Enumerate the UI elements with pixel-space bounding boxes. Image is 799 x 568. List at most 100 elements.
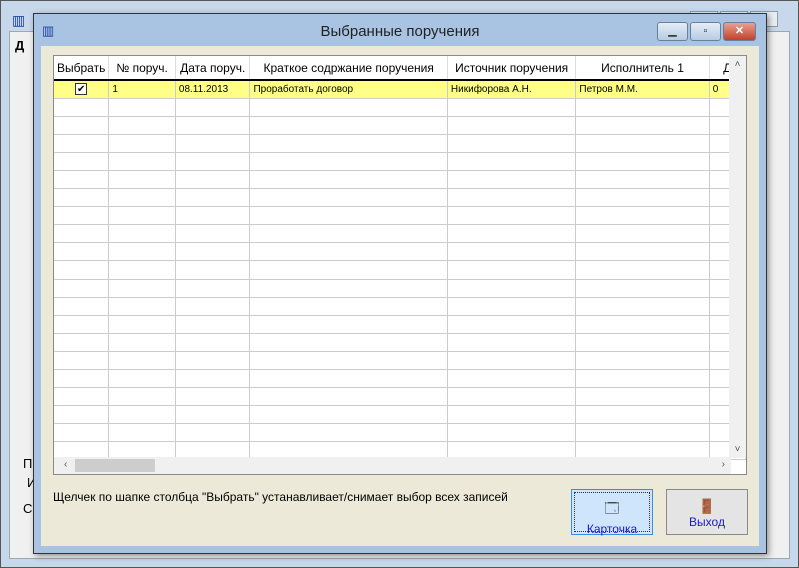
cell-date	[175, 116, 251, 135]
scroll-down-icon[interactable]: ˅	[729, 444, 746, 455]
select-cell[interactable]	[54, 297, 110, 316]
cell-source	[447, 242, 577, 262]
column-header[interactable]: Краткое содржание поручения	[249, 56, 448, 81]
cell-executor1	[575, 297, 710, 316]
minimize-button[interactable]: ▁	[657, 22, 688, 41]
close-button[interactable]: ✕	[723, 22, 756, 41]
cell-number: 1	[108, 80, 176, 99]
scroll-up-icon[interactable]: ˄	[729, 59, 746, 70]
select-cell[interactable]	[54, 369, 110, 389]
column-header[interactable]: № поруч.	[108, 56, 176, 81]
cell-summary	[249, 297, 448, 316]
cell-date	[175, 297, 251, 316]
cell-executor1	[575, 116, 710, 135]
select-cell[interactable]	[54, 152, 110, 171]
column-header[interactable]: Выбрать	[54, 56, 110, 81]
table-row[interactable]	[54, 170, 746, 190]
table-row[interactable]	[54, 134, 746, 153]
column-header[interactable]: Исполнитель 1	[575, 56, 710, 81]
cell-summary	[249, 387, 448, 407]
scroll-right-icon[interactable]: ›	[722, 459, 725, 470]
card-button[interactable]: 🗔 Карточка	[571, 489, 653, 536]
table-row[interactable]	[54, 206, 746, 226]
select-cell[interactable]	[54, 279, 110, 298]
cell-source	[447, 206, 577, 226]
select-cell[interactable]	[54, 315, 110, 334]
cell-executor1	[575, 152, 710, 171]
select-cell[interactable]	[54, 242, 110, 262]
select-cell[interactable]	[54, 170, 110, 190]
horizontal-scrollbar[interactable]: ‹ ›	[54, 457, 731, 474]
bg-label: Д	[15, 38, 25, 53]
vertical-scrollbar[interactable]: ˄ ˅	[729, 56, 746, 458]
table-row[interactable]: ✔ 1 08.11.2013 Проработать договор Никифоров…	[54, 80, 746, 99]
cell-summary	[249, 351, 448, 371]
select-cell[interactable]	[54, 333, 110, 352]
select-cell[interactable]	[54, 423, 110, 443]
select-cell[interactable]	[54, 224, 110, 244]
table-row[interactable]	[54, 152, 746, 171]
table-row[interactable]	[54, 188, 746, 208]
select-cell[interactable]: ✔	[54, 80, 110, 99]
orders-grid[interactable]: Выбрать № поруч. Дата поруч. Краткое содржа…	[53, 55, 747, 475]
exit-button[interactable]: 🚪 Выход	[666, 489, 748, 535]
cell-date	[175, 206, 251, 226]
cell-executor1	[575, 260, 710, 280]
cell-date	[175, 387, 251, 407]
table-row[interactable]	[54, 405, 746, 425]
cell-number	[108, 369, 176, 389]
cell-executor1	[575, 134, 710, 153]
cell-number	[108, 315, 176, 334]
cell-summary	[249, 188, 448, 208]
table-row[interactable]	[54, 279, 746, 298]
table-row[interactable]	[54, 351, 746, 371]
cell-executor1	[575, 242, 710, 262]
table-row[interactable]	[54, 423, 746, 443]
dialog-body: Выбрать № поруч. Дата поруч. Краткое содржа…	[41, 46, 759, 546]
cell-executor1	[575, 279, 710, 298]
cell-summary	[249, 224, 448, 244]
cell-source	[447, 188, 577, 208]
select-cell[interactable]	[54, 98, 110, 117]
select-cell[interactable]	[54, 188, 110, 208]
cell-summary	[249, 206, 448, 226]
table-row[interactable]	[54, 369, 746, 389]
select-cell[interactable]	[54, 351, 110, 371]
table-row[interactable]	[54, 116, 746, 135]
bg-label: С	[23, 501, 33, 516]
maximize-button[interactable]: ▫	[690, 22, 721, 41]
select-cell[interactable]	[54, 387, 110, 407]
column-header[interactable]: Дата поруч.	[175, 56, 251, 81]
select-cell[interactable]	[54, 405, 110, 425]
table-row[interactable]	[54, 297, 746, 316]
exit-door-icon: 🚪	[698, 498, 716, 514]
cell-source	[447, 315, 577, 334]
table-row[interactable]	[54, 387, 746, 407]
table-row[interactable]	[54, 315, 746, 334]
select-cell[interactable]	[54, 206, 110, 226]
cell-number	[108, 297, 176, 316]
cell-executor1	[575, 387, 710, 407]
cell-number	[108, 170, 176, 190]
select-cell[interactable]	[54, 116, 110, 135]
table-row[interactable]	[54, 242, 746, 262]
scroll-left-icon[interactable]: ‹	[64, 459, 67, 470]
column-header[interactable]: Источник поручения	[447, 56, 577, 81]
cell-number	[108, 98, 176, 117]
cell-date	[175, 152, 251, 171]
cell-number	[108, 224, 176, 244]
cell-executor1	[575, 206, 710, 226]
cell-number	[108, 188, 176, 208]
table-row[interactable]	[54, 260, 746, 280]
select-cell[interactable]	[54, 134, 110, 153]
cell-number	[108, 260, 176, 280]
cell-date	[175, 405, 251, 425]
table-row[interactable]	[54, 98, 746, 117]
scroll-thumb[interactable]	[75, 459, 155, 472]
select-checkbox[interactable]: ✔	[75, 83, 88, 96]
table-row[interactable]	[54, 224, 746, 244]
cell-summary	[249, 315, 448, 334]
table-row[interactable]	[54, 333, 746, 352]
cell-executor1	[575, 369, 710, 389]
select-cell[interactable]	[54, 260, 110, 280]
